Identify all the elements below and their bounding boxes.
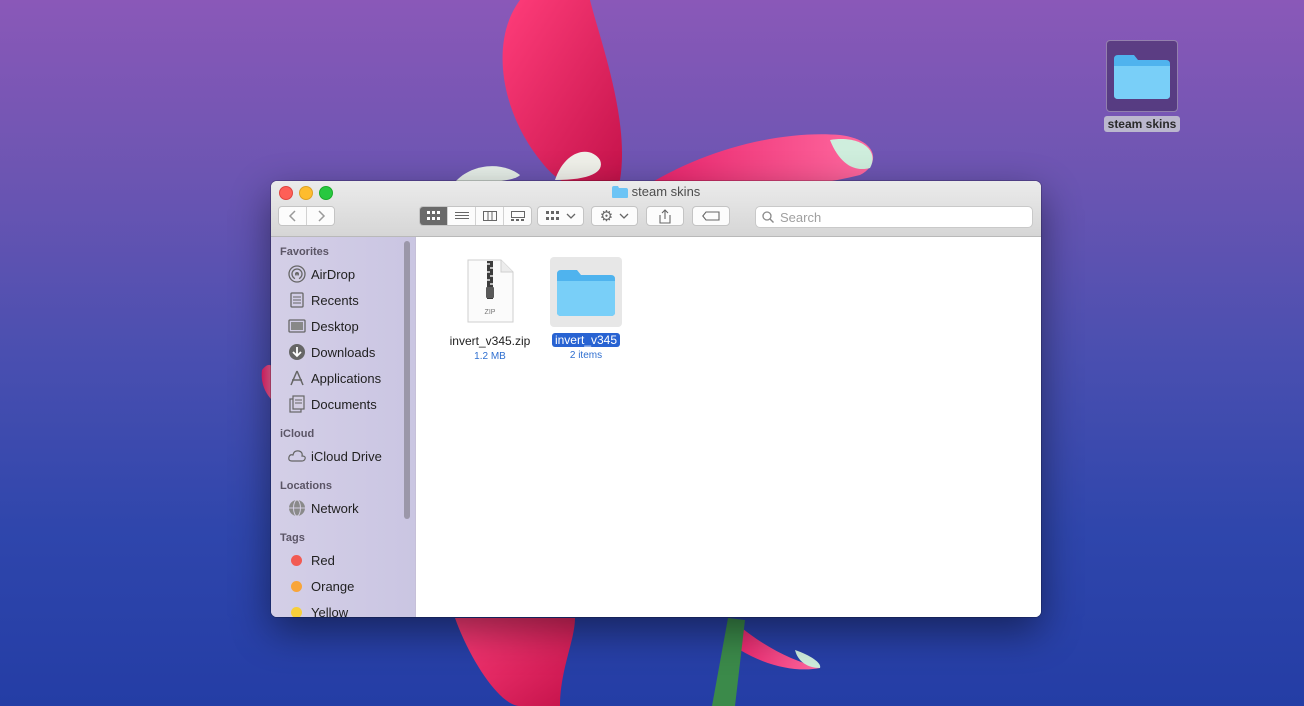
airdrop-icon: [288, 265, 306, 283]
search-field[interactable]: [755, 206, 1033, 228]
grid-icon: [426, 211, 440, 220]
recents-icon: [288, 291, 306, 309]
chevron-left-icon: [288, 210, 296, 222]
view-mode-control: [419, 206, 532, 226]
desktop-icon-label: steam skins: [1103, 116, 1181, 132]
columns-icon: [482, 211, 497, 221]
sidebar-item-label: Yellow: [311, 604, 349, 618]
sidebar-item-label: AirDrop: [311, 266, 356, 282]
share-button[interactable]: [646, 206, 684, 226]
chevron-down-icon: [566, 213, 575, 219]
sidebar-item-documents[interactable]: Documents: [271, 391, 415, 417]
sidebar-item-recents[interactable]: Recents: [271, 287, 415, 313]
file-name: invert_v345.zip: [449, 334, 531, 348]
column-view-button[interactable]: [476, 207, 504, 225]
sidebar-item-desktop[interactable]: Desktop: [271, 313, 415, 339]
red-tag-dot-icon: [291, 554, 302, 566]
network-icon: [288, 499, 306, 517]
item-count: 2 items: [569, 350, 603, 361]
sidebar-tag-yellow[interactable]: Yellow: [271, 599, 415, 617]
gallery-view-button[interactable]: [504, 207, 531, 225]
file-browser: ZIP invert_v345.zip 1.2 MB invert_v345 2…: [416, 237, 1041, 617]
downloads-icon: [288, 343, 306, 361]
file-item-folder[interactable]: invert_v345 2 items: [536, 257, 636, 361]
window-title: steam skins: [271, 184, 1041, 199]
orange-tag-dot-icon: [291, 580, 302, 592]
folder-icon: [1106, 40, 1178, 112]
documents-icon: [288, 395, 306, 413]
window-title-text: steam skins: [631, 184, 701, 199]
search-icon: [762, 211, 774, 223]
sidebar-item-icloud-drive[interactable]: iCloud Drive: [271, 443, 415, 469]
sidebar-item-airdrop[interactable]: AirDrop: [271, 261, 415, 287]
desktop-icon: [288, 317, 306, 335]
finder-window: steam skins ⚙ Search Favorites AirDrop R…: [271, 181, 1041, 617]
file-name: invert_v345: [551, 333, 621, 347]
sidebar-item-label: Orange: [311, 578, 355, 594]
list-icon: [454, 212, 469, 219]
nav-buttons: [278, 206, 335, 226]
sidebar-item-label: Downloads: [311, 344, 376, 360]
group-by-button[interactable]: [537, 206, 584, 226]
sidebar-item-label: Network: [311, 500, 359, 516]
sidebar-item-label: iCloud Drive: [311, 448, 382, 464]
svg-text:ZIP: ZIP: [485, 309, 496, 316]
grid-icon: [545, 211, 559, 220]
sidebar: Favorites AirDrop Recents Desktop Downlo…: [271, 237, 416, 617]
sidebar-item-label: Red: [311, 552, 335, 568]
sidebar-item-downloads[interactable]: Downloads: [271, 339, 415, 365]
file-size: 1.2 MB: [474, 351, 506, 362]
action-menu-button[interactable]: ⚙: [591, 206, 638, 226]
list-view-button[interactable]: [448, 207, 476, 225]
edit-tags-button[interactable]: [692, 206, 730, 226]
back-button[interactable]: [279, 207, 307, 225]
share-icon: [659, 208, 671, 224]
icon-view-button[interactable]: [420, 207, 448, 225]
desktop-folder-steam-skins[interactable]: steam skins: [1100, 40, 1184, 133]
forward-button[interactable]: [307, 207, 334, 225]
sidebar-section-tags: Tags: [280, 532, 305, 544]
cloud-icon: [288, 447, 306, 465]
sidebar-item-label: Desktop: [311, 318, 359, 334]
search-input[interactable]: [778, 208, 1022, 226]
sidebar-section-favorites: Favorites: [280, 246, 329, 258]
sidebar-section-locations: Locations: [280, 480, 332, 492]
folder-icon: [557, 270, 615, 316]
applications-icon: [288, 369, 306, 387]
sidebar-item-label: Documents: [311, 396, 377, 412]
folder-icon: [611, 186, 628, 198]
sidebar-item-label: Recents: [311, 292, 359, 308]
sidebar-tag-orange[interactable]: Orange: [271, 573, 415, 599]
sidebar-item-label: Applications: [311, 370, 382, 386]
selection-highlight: [550, 257, 622, 327]
gallery-icon: [510, 211, 525, 221]
file-item-zip[interactable]: ZIP invert_v345.zip 1.2 MB: [440, 259, 540, 362]
sidebar-section-icloud: iCloud: [280, 428, 315, 440]
sidebar-tag-red[interactable]: Red: [271, 547, 415, 573]
tag-icon: [702, 211, 720, 221]
sidebar-item-applications[interactable]: Applications: [271, 365, 415, 391]
toolbar: steam skins ⚙: [271, 181, 1041, 237]
yellow-tag-dot-icon: [291, 606, 302, 617]
gear-icon: ⚙: [599, 207, 614, 225]
sidebar-scrollbar[interactable]: [404, 241, 410, 519]
zip-file-icon: ZIP: [467, 259, 514, 323]
chevron-right-icon: [317, 210, 325, 222]
sidebar-item-network[interactable]: Network: [271, 495, 415, 521]
chevron-down-icon: [619, 213, 629, 219]
